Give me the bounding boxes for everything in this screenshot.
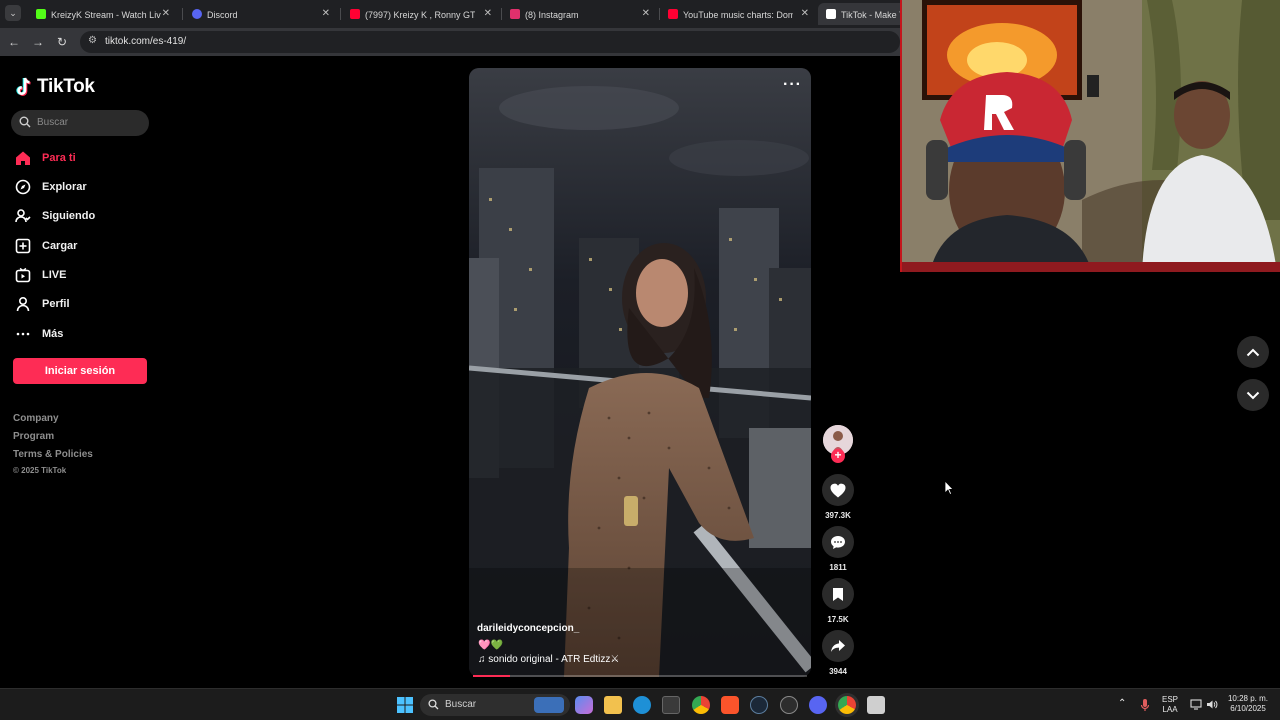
brave-icon[interactable] xyxy=(721,696,739,714)
browser-tab-discord[interactable]: Discord ✕ xyxy=(184,3,338,25)
tiktok-favicon-icon xyxy=(826,8,836,19)
tab-search-button[interactable]: ⌄ xyxy=(5,5,21,21)
nav-item-siguiendo[interactable]: Siguiendo xyxy=(14,205,95,227)
discord-favicon-icon xyxy=(192,8,202,19)
video-frame-image xyxy=(469,68,811,677)
browser-tab-tiktok[interactable]: TikTok - Make Your xyxy=(818,3,908,25)
like-count: 397.3K xyxy=(825,511,851,520)
reload-icon[interactable]: ↻ xyxy=(53,33,71,51)
chevron-up-icon xyxy=(1246,348,1260,356)
home-icon xyxy=(14,149,32,167)
profile-icon xyxy=(14,295,32,313)
following-icon xyxy=(14,207,32,225)
windows-taskbar: Buscar ⌃ ESP LAA 10:28 p. m. 6/10/2025 xyxy=(0,688,1280,720)
steam-icon[interactable] xyxy=(750,696,768,714)
browser-tab-youtube-stream[interactable]: (7997) Kreizy K , Ronny GTA , E ✕ xyxy=(342,3,500,25)
search-highlight-icon xyxy=(534,697,564,713)
tiktok-wordmark: TikTok xyxy=(37,76,95,97)
close-tab-icon[interactable]: ✕ xyxy=(162,3,170,25)
browser-tab-kick[interactable]: KreizyK Stream - Watch Live on ✕ xyxy=(28,3,178,25)
nav-item-explorar[interactable]: Explorar xyxy=(14,176,87,198)
webcam-feed-image xyxy=(902,0,1280,272)
mouse-cursor-icon xyxy=(944,480,954,495)
forward-arrow-icon[interactable]: → xyxy=(29,33,47,51)
close-tab-icon[interactable]: ✕ xyxy=(322,3,330,25)
tiktok-logo[interactable]: TikTok xyxy=(16,76,95,98)
tiktok-search-input[interactable]: Buscar xyxy=(11,110,149,136)
close-tab-icon[interactable]: ✕ xyxy=(801,3,809,25)
file-explorer-icon[interactable] xyxy=(604,696,622,714)
search-icon xyxy=(428,699,439,710)
kick-favicon-icon xyxy=(36,8,46,19)
save-count: 17.5K xyxy=(827,615,849,624)
share-count: 3944 xyxy=(829,667,847,676)
nav-item-perfil[interactable]: Perfil xyxy=(14,293,70,315)
footer-link-terms[interactable]: Terms & Policies xyxy=(13,449,93,460)
browser-tab-instagram[interactable]: (8) Instagram ✕ xyxy=(502,3,658,25)
close-tab-icon[interactable]: ✕ xyxy=(484,3,492,25)
nav-item-mas[interactable]: Más xyxy=(14,323,63,345)
search-icon xyxy=(19,116,31,128)
nav-item-cargar[interactable]: Cargar xyxy=(14,235,77,257)
save-button[interactable] xyxy=(822,578,854,610)
youtube-favicon-icon xyxy=(350,8,360,19)
obs-icon[interactable] xyxy=(780,696,798,714)
nav-item-para-ti[interactable]: Para ti xyxy=(14,147,76,169)
instagram-favicon-icon xyxy=(510,8,520,19)
upload-icon xyxy=(14,237,32,255)
follow-plus-icon[interactable]: + xyxy=(831,449,845,463)
browser-tab-youtube-charts[interactable]: YouTube music charts: Dominic ✕ xyxy=(660,3,817,25)
tiktok-logo-icon xyxy=(16,77,31,96)
comment-icon xyxy=(831,535,845,549)
microphone-icon[interactable] xyxy=(1140,698,1150,712)
share-button[interactable] xyxy=(822,630,854,662)
like-button[interactable] xyxy=(822,474,854,506)
copyright-text: © 2025 TikTok xyxy=(13,466,67,475)
video-more-options-icon[interactable]: ··· xyxy=(783,76,802,94)
nav-item-live[interactable]: LIVE xyxy=(14,264,66,286)
back-arrow-icon[interactable]: ← xyxy=(5,33,23,51)
video-progress-fill xyxy=(473,675,510,677)
windows-start-icon[interactable] xyxy=(396,696,414,714)
next-video-button[interactable] xyxy=(1237,379,1269,411)
copilot-icon[interactable] xyxy=(575,696,593,714)
volume-icon[interactable] xyxy=(1206,699,1218,710)
close-tab-icon[interactable]: ✕ xyxy=(642,3,650,25)
share-icon xyxy=(831,640,845,652)
store-icon[interactable] xyxy=(662,696,680,714)
webcam-overlay xyxy=(900,0,1280,272)
url-text: tiktok.com/es-419/ xyxy=(105,36,187,47)
video-progress-bar[interactable] xyxy=(473,675,807,677)
chevron-down-icon xyxy=(1246,391,1260,399)
edge-icon[interactable] xyxy=(633,696,651,714)
video-player[interactable] xyxy=(469,68,811,677)
footer-link-company[interactable]: Company xyxy=(13,413,59,424)
taskbar-search-input[interactable]: Buscar xyxy=(420,694,570,716)
network-icon[interactable] xyxy=(1190,699,1202,710)
more-icon xyxy=(14,325,32,343)
address-bar[interactable]: ⚙ tiktok.com/es-419/ xyxy=(80,31,900,53)
youtube-favicon-icon xyxy=(668,8,678,19)
video-caption: 🩷💚 xyxy=(478,640,503,651)
comment-button[interactable] xyxy=(822,526,854,558)
app-window-icon[interactable] xyxy=(867,696,885,714)
chrome-icon[interactable] xyxy=(692,696,710,714)
tray-overflow-chevron-icon[interactable]: ⌃ xyxy=(1118,699,1126,709)
comment-count: 1811 xyxy=(829,563,847,572)
previous-video-button[interactable] xyxy=(1237,336,1269,368)
live-icon xyxy=(14,266,32,284)
video-author[interactable]: darileidyconcepcion_ xyxy=(477,623,579,634)
system-clock[interactable]: 10:28 p. m. 6/10/2025 xyxy=(1222,694,1274,714)
input-language-indicator[interactable]: ESP LAA xyxy=(1158,695,1182,715)
login-button[interactable]: Iniciar sesión xyxy=(13,358,147,384)
compass-icon xyxy=(14,178,32,196)
footer-link-program[interactable]: Program xyxy=(13,431,54,442)
site-settings-icon[interactable]: ⚙ xyxy=(88,35,97,46)
bookmark-icon xyxy=(833,587,843,601)
heart-icon xyxy=(830,483,846,497)
chrome-active-icon[interactable] xyxy=(838,696,856,714)
discord-taskbar-icon[interactable] xyxy=(809,696,827,714)
video-sound-link[interactable]: ♫ sonido original - ATR Edtizz⚔ xyxy=(478,654,619,665)
